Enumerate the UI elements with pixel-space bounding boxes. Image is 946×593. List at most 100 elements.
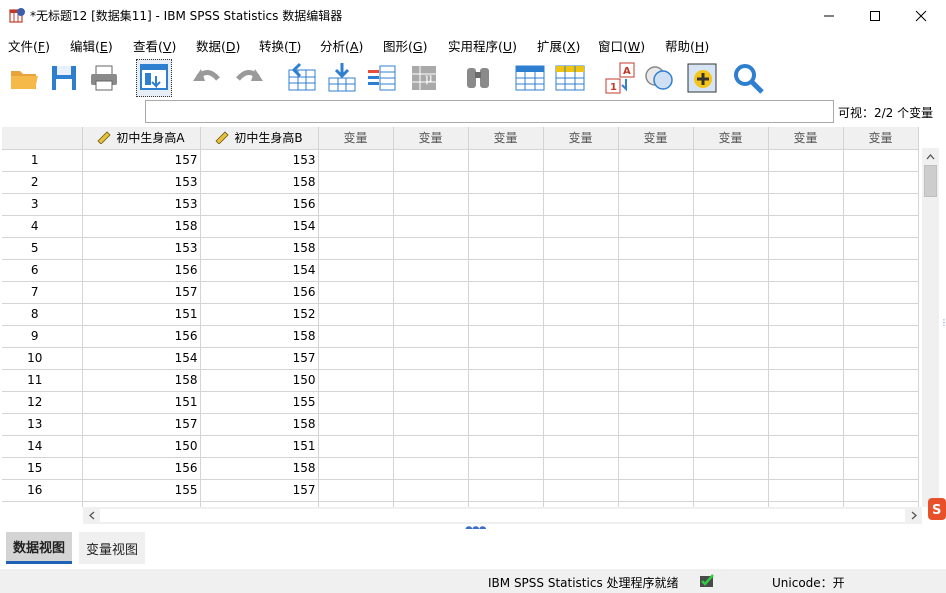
goto-variable-button[interactable] xyxy=(324,59,360,97)
data-cell[interactable]: 153 xyxy=(82,171,201,194)
column-header[interactable]: 变量 xyxy=(843,127,919,150)
empty-cell[interactable] xyxy=(843,193,919,216)
data-cell[interactable]: 156 xyxy=(200,281,319,304)
empty-cell[interactable] xyxy=(468,391,544,414)
empty-cell[interactable] xyxy=(618,171,694,194)
empty-cell[interactable] xyxy=(693,237,769,260)
data-cell[interactable]: 150 xyxy=(200,369,319,392)
empty-cell[interactable] xyxy=(618,149,694,172)
empty-cell[interactable] xyxy=(768,347,844,370)
tab-variable-view[interactable]: 变量视图 xyxy=(79,532,146,564)
row-number[interactable]: 13 xyxy=(2,413,83,436)
undo-button[interactable] xyxy=(188,59,224,97)
empty-cell[interactable] xyxy=(393,457,469,480)
empty-cell[interactable] xyxy=(843,237,919,260)
vertical-scrollbar[interactable] xyxy=(922,148,939,507)
menu-item-8[interactable]: 扩展(X) xyxy=(537,36,580,55)
row-number[interactable]: 17 xyxy=(2,501,83,507)
empty-cell[interactable] xyxy=(393,193,469,216)
empty-cell[interactable] xyxy=(318,457,394,480)
empty-cell[interactable] xyxy=(768,435,844,458)
data-cell[interactable]: 150 xyxy=(82,435,201,458)
empty-cell[interactable] xyxy=(693,391,769,414)
empty-cell[interactable] xyxy=(768,193,844,216)
empty-cell[interactable] xyxy=(318,347,394,370)
empty-cell[interactable] xyxy=(768,215,844,238)
close-button[interactable] xyxy=(898,0,944,31)
empty-cell[interactable] xyxy=(618,281,694,304)
empty-cell[interactable] xyxy=(318,149,394,172)
menu-item-3[interactable]: 数据(D) xyxy=(196,36,240,55)
empty-cell[interactable] xyxy=(543,435,619,458)
row-number[interactable]: 14 xyxy=(2,435,83,458)
empty-cell[interactable] xyxy=(468,237,544,260)
empty-cell[interactable] xyxy=(393,391,469,414)
column-header[interactable]: 变量 xyxy=(618,127,694,150)
empty-cell[interactable] xyxy=(318,325,394,348)
empty-cell[interactable] xyxy=(543,193,619,216)
empty-cell[interactable] xyxy=(618,303,694,326)
minimize-button[interactable] xyxy=(806,0,852,31)
empty-cell[interactable] xyxy=(843,435,919,458)
empty-cell[interactable] xyxy=(543,237,619,260)
scroll-left-button[interactable] xyxy=(83,507,100,524)
empty-cell[interactable] xyxy=(318,369,394,392)
empty-cell[interactable] xyxy=(468,171,544,194)
tab-data-view[interactable]: 数据视图 xyxy=(6,532,73,564)
empty-cell[interactable] xyxy=(618,237,694,260)
empty-cell[interactable] xyxy=(693,259,769,282)
scroll-up-button[interactable] xyxy=(922,148,939,165)
insert-variable-button[interactable] xyxy=(552,59,588,97)
column-header[interactable]: 变量 xyxy=(318,127,394,150)
empty-cell[interactable] xyxy=(318,281,394,304)
row-number[interactable]: 5 xyxy=(2,237,83,260)
empty-cell[interactable] xyxy=(393,303,469,326)
save-button[interactable] xyxy=(46,59,82,97)
empty-cell[interactable] xyxy=(318,259,394,282)
empty-cell[interactable] xyxy=(618,347,694,370)
empty-cell[interactable] xyxy=(693,457,769,480)
empty-cell[interactable] xyxy=(468,347,544,370)
empty-cell[interactable] xyxy=(468,479,544,502)
empty-cell[interactable] xyxy=(693,347,769,370)
empty-cell[interactable] xyxy=(693,413,769,436)
empty-cell[interactable] xyxy=(318,193,394,216)
menu-item-9[interactable]: 窗口(W) xyxy=(598,36,645,55)
empty-cell[interactable] xyxy=(468,457,544,480)
empty-cell[interactable] xyxy=(843,369,919,392)
empty-cell[interactable] xyxy=(843,171,919,194)
row-number[interactable]: 8 xyxy=(2,303,83,326)
insert-cases-button[interactable] xyxy=(512,59,548,97)
empty-cell[interactable] xyxy=(393,413,469,436)
menu-item-5[interactable]: 分析(A) xyxy=(320,36,363,55)
row-number[interactable]: 6 xyxy=(2,259,83,282)
empty-cell[interactable] xyxy=(393,149,469,172)
data-cell[interactable]: 158 xyxy=(200,237,319,260)
empty-cell[interactable] xyxy=(693,215,769,238)
empty-cell[interactable] xyxy=(543,479,619,502)
empty-cell[interactable] xyxy=(693,479,769,502)
data-cell[interactable]: 153 xyxy=(82,193,201,216)
empty-cell[interactable] xyxy=(543,347,619,370)
empty-cell[interactable] xyxy=(393,325,469,348)
empty-cell[interactable] xyxy=(543,259,619,282)
data-cell[interactable]: 156 xyxy=(82,325,201,348)
data-cell[interactable]: 155 xyxy=(200,391,319,414)
empty-cell[interactable] xyxy=(618,193,694,216)
empty-cell[interactable] xyxy=(393,347,469,370)
empty-cell[interactable] xyxy=(768,303,844,326)
empty-cell[interactable] xyxy=(468,259,544,282)
empty-cell[interactable] xyxy=(843,215,919,238)
empty-cell[interactable] xyxy=(468,281,544,304)
row-number[interactable]: 1 xyxy=(2,149,83,172)
menu-item-4[interactable]: 转换(T) xyxy=(259,36,301,55)
redo-button[interactable] xyxy=(232,59,268,97)
empty-cell[interactable] xyxy=(468,325,544,348)
empty-cell[interactable] xyxy=(468,369,544,392)
data-cell[interactable]: 158 xyxy=(200,457,319,480)
empty-cell[interactable] xyxy=(318,303,394,326)
empty-cell[interactable] xyxy=(393,259,469,282)
row-number[interactable]: 15 xyxy=(2,457,83,480)
column-header[interactable]: 变量 xyxy=(543,127,619,150)
row-number[interactable]: 9 xyxy=(2,325,83,348)
